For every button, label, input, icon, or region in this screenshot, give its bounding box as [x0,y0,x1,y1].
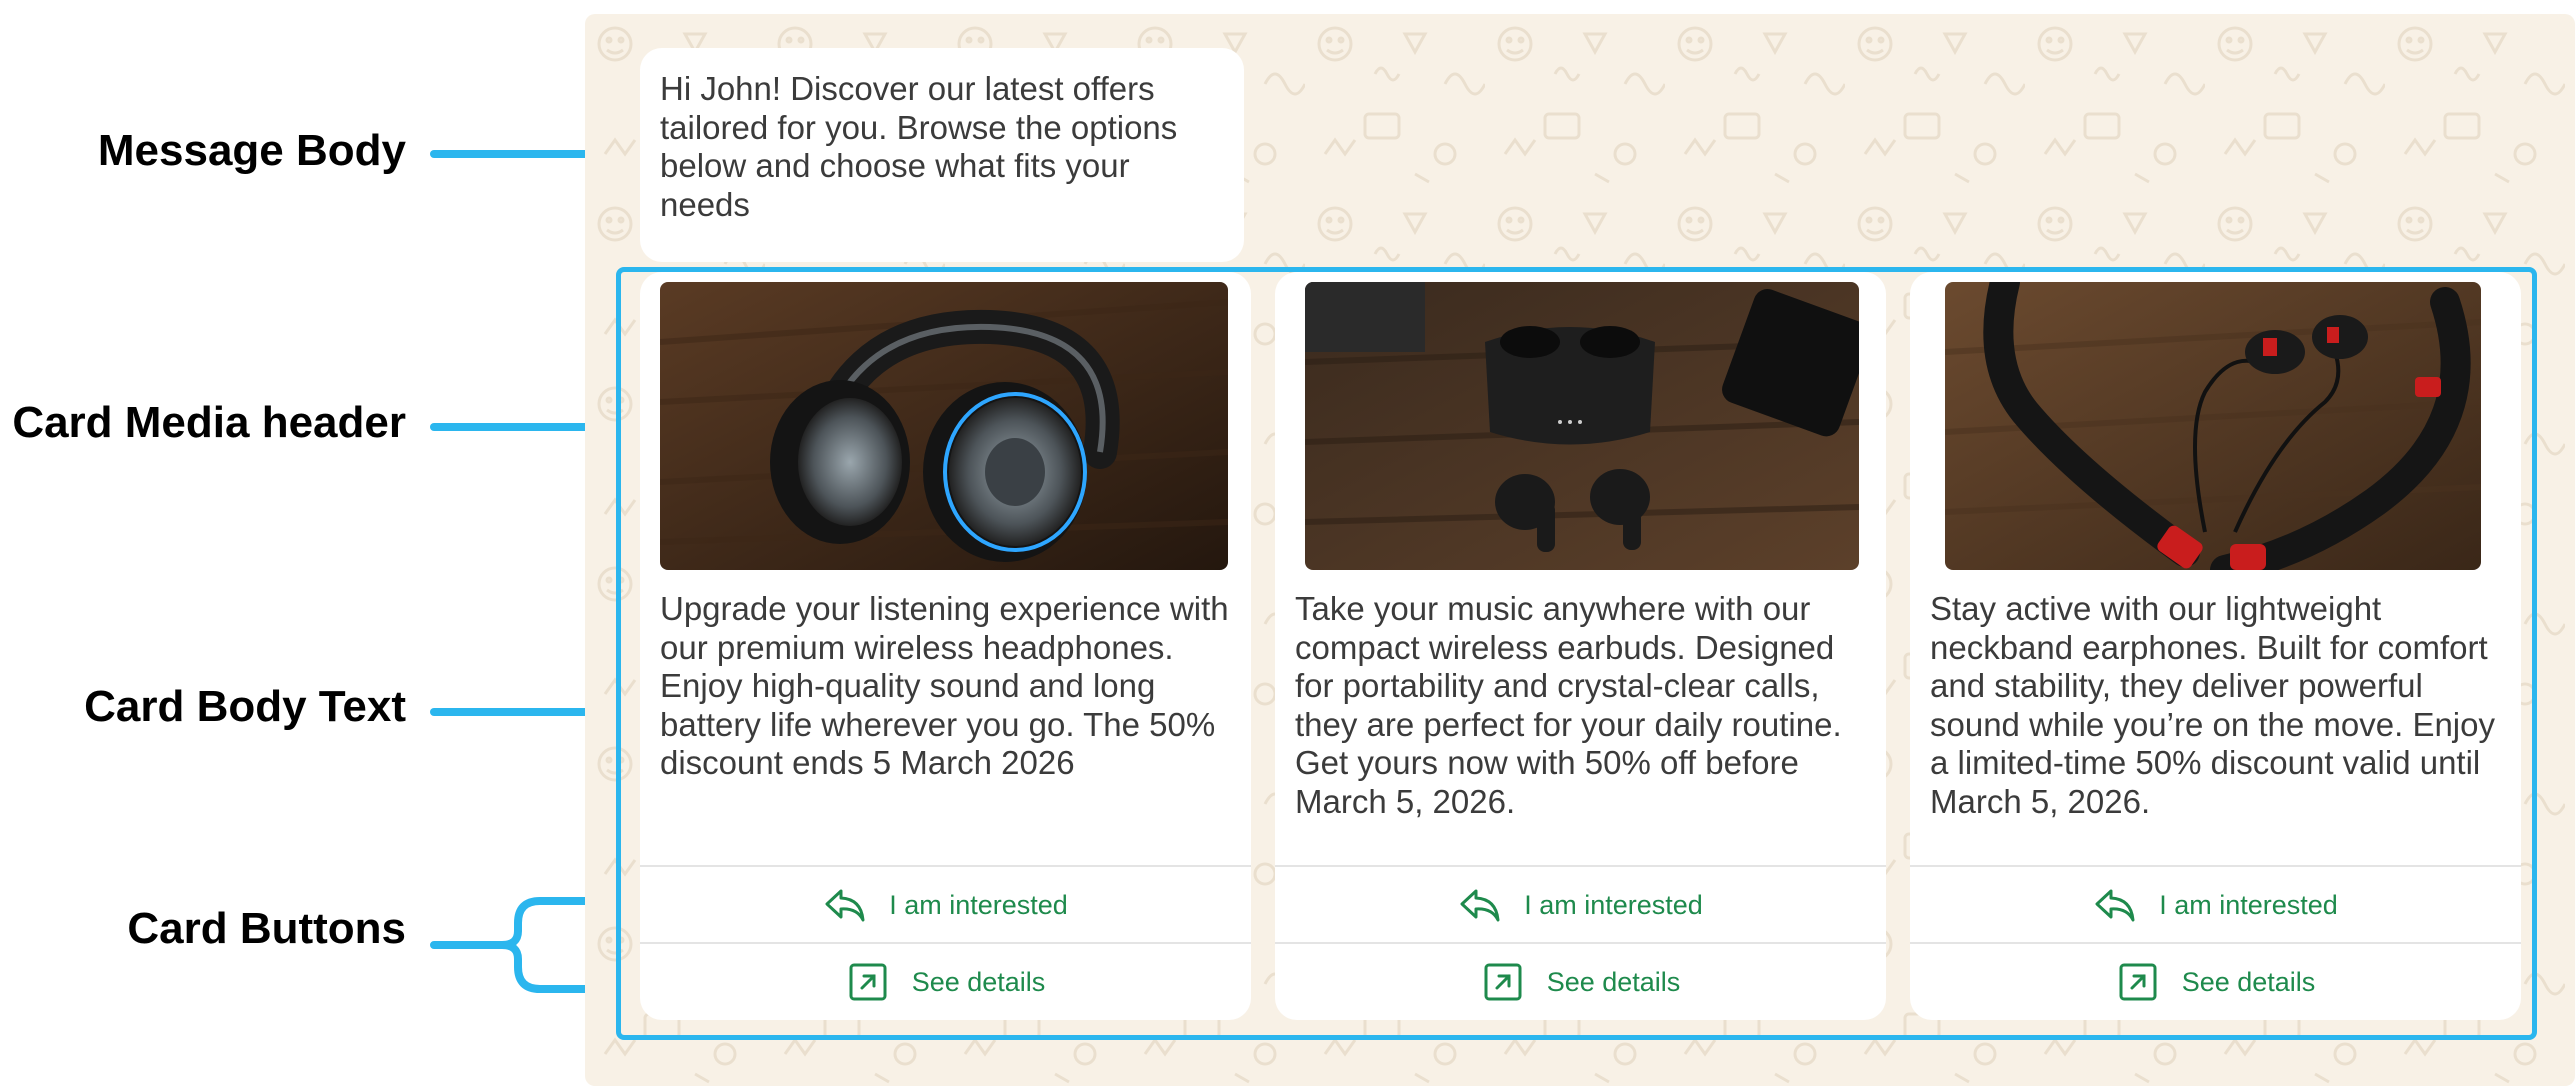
message-body-bubble: Hi John! Discover our latest offers tail… [640,48,1244,262]
annotation-card-media-header: Card Media header [12,398,406,447]
carousel-highlight-frame [616,267,2537,1040]
annotation-card-body-text: Card Body Text [84,682,406,731]
annotation-message-body: Message Body [97,126,406,175]
annotation-card-buttons: Card Buttons [127,904,406,953]
message-body-text: Hi John! Discover our latest offers tail… [660,70,1178,223]
